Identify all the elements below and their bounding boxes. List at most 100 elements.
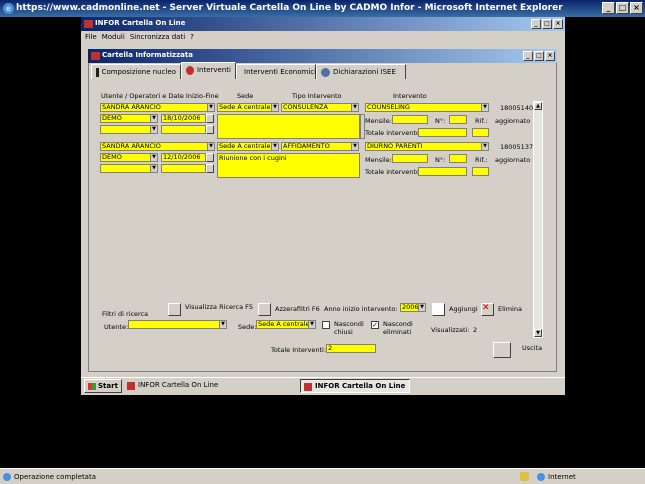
record2-sede[interactable]: Sede A centrale ▼	[217, 142, 279, 151]
tab-dichiarazioni-isee[interactable]: Dichiarazioni ISEE	[316, 64, 406, 79]
elimina-button[interactable]: ✕	[481, 303, 494, 316]
totale-interventi-field: 2	[326, 344, 376, 353]
scroll-down-icon[interactable]: ▼	[534, 329, 542, 337]
record1-calendar-button-2[interactable]	[206, 125, 214, 134]
nascondi-eliminati-checkbox[interactable]: ✓	[371, 321, 379, 329]
record2-utente[interactable]: SANDRA ARANCIO ▼	[100, 142, 215, 151]
record1-operatore-text: DEMO	[102, 114, 122, 122]
chevron-down-icon[interactable]: ▼	[271, 143, 278, 150]
utente-filter-label: Utente:	[104, 323, 129, 331]
chevron-down-icon[interactable]: ▼	[308, 321, 315, 328]
delete-icon: ✕	[482, 303, 490, 313]
record2-totale-extra[interactable]	[472, 167, 489, 176]
records-scrollbar[interactable]: ▲ ▼	[533, 101, 543, 338]
nascondi-chiusi-label: Nascondi chiusi	[334, 320, 364, 336]
start-button[interactable]: Start	[84, 379, 122, 393]
record2-utente-text: SANDRA ARANCIO	[102, 142, 161, 150]
totale-interventi-value: 2	[328, 344, 333, 352]
taskbar-item-2[interactable]: INFOR Cartella On Line	[300, 379, 410, 393]
record1-mensile[interactable]	[392, 115, 428, 124]
record1-n[interactable]	[449, 115, 467, 124]
app-title-bar: INFOR Cartella On Line	[81, 17, 565, 31]
scroll-up-icon[interactable]: ▲	[534, 102, 542, 110]
record2-data-inizio[interactable]: 12/10/2006	[161, 153, 206, 162]
record2-rif-label: Rif.:	[475, 156, 488, 164]
menu-moduli[interactable]: Moduli	[102, 33, 125, 43]
record2-data-fine[interactable]	[161, 164, 206, 173]
menu-help[interactable]: ?	[190, 33, 194, 43]
chevron-down-icon[interactable]: ▼	[351, 143, 358, 150]
chevron-down-icon[interactable]: ▼	[207, 104, 214, 111]
sede-filter-select[interactable]: Sede A centrale ▼	[256, 320, 316, 329]
tab-interventi[interactable]: Interventi	[181, 62, 236, 79]
close-button[interactable]: ×	[630, 2, 643, 14]
cartella-minimize-button[interactable]: _	[523, 51, 533, 61]
record2-calendar-button-2[interactable]	[206, 164, 214, 173]
tab-composizione-nucleo[interactable]: Composizione nucleo	[91, 64, 181, 79]
menu-file[interactable]: File	[85, 33, 97, 43]
record2-mensile[interactable]	[392, 154, 428, 163]
chevron-down-icon[interactable]: ▼	[481, 104, 488, 111]
minimize-button[interactable]: _	[602, 2, 615, 14]
record1-tipo[interactable]: CONSULENZA ▼	[281, 103, 359, 112]
start-label: Start	[98, 382, 118, 390]
record1-calendar-button[interactable]	[206, 114, 214, 123]
record2-intervento-text: DIURNO PARENTI	[367, 142, 423, 150]
chevron-down-icon[interactable]: ▼	[351, 104, 358, 111]
app-maximize-button[interactable]: □	[542, 19, 552, 29]
exit-door-icon[interactable]	[493, 342, 511, 358]
utente-filter-select[interactable]: ▼	[128, 320, 227, 329]
aggiungi-button[interactable]	[432, 303, 445, 316]
tab-bar: Composizione nucleo Interventi Intervent…	[91, 62, 555, 80]
taskbar-item-2-label: INFOR Cartella On Line	[315, 382, 406, 390]
record2-tipo[interactable]: AFFIDAMENTO ▼	[281, 142, 359, 151]
header-sede: Sede	[237, 92, 254, 100]
record2-operatore2[interactable]: ▼	[100, 164, 158, 173]
record2-descrizione[interactable]: Riunione con i cugini	[217, 153, 360, 178]
visualizzati-value: 2	[473, 326, 478, 334]
menu-sincronizza[interactable]: Sincronizza dati	[130, 33, 185, 43]
interventi-icon	[186, 66, 194, 75]
chevron-down-icon[interactable]: ▼	[418, 304, 425, 311]
record1-sede[interactable]: Sede A centrale ▼	[217, 103, 279, 112]
aggiungi-label[interactable]: Aggiungi	[449, 305, 478, 313]
record1-operatore[interactable]: DEMO ▼	[100, 114, 158, 123]
app-minimize-button[interactable]: _	[531, 19, 541, 29]
chevron-down-icon[interactable]: ▼	[150, 115, 157, 122]
azzera-filtri-label[interactable]: Azzerafiltri F6	[275, 305, 320, 313]
elimina-label[interactable]: Elimina	[498, 305, 522, 313]
chevron-down-icon[interactable]: ▼	[481, 143, 488, 150]
chevron-down-icon[interactable]: ▼	[219, 321, 226, 328]
tab-interventi-economici[interactable]: Interventi Economici	[236, 64, 316, 79]
record1-data-fine[interactable]	[161, 125, 206, 134]
cartella-close-button[interactable]: ×	[545, 51, 555, 61]
record1-data-inizio[interactable]: 18/10/2006	[161, 114, 206, 123]
record2-intervento[interactable]: DIURNO PARENTI ▼	[365, 142, 489, 151]
maximize-button[interactable]: □	[616, 2, 629, 14]
anno-select[interactable]: 2006 ▼	[400, 303, 426, 312]
nascondi-chiusi-checkbox[interactable]	[322, 321, 330, 329]
azzera-filtri-button[interactable]	[258, 303, 271, 316]
uscita-label[interactable]: Uscita	[522, 344, 542, 352]
chevron-down-icon[interactable]: ▼	[207, 143, 214, 150]
record2-n[interactable]	[449, 154, 467, 163]
taskbar-item-1[interactable]: INFOR Cartella On Line	[124, 379, 294, 393]
record2-totale[interactable]	[418, 167, 467, 176]
record1-totale-extra[interactable]	[472, 128, 489, 137]
chevron-down-icon[interactable]: ▼	[271, 104, 278, 111]
record2-calendar-button[interactable]	[206, 153, 214, 162]
app-close-button[interactable]: ×	[553, 19, 563, 29]
record1-totale[interactable]	[418, 128, 467, 137]
chevron-down-icon[interactable]: ▼	[150, 165, 157, 172]
record1-descrizione[interactable]	[217, 114, 360, 139]
record2-operatore[interactable]: DEMO ▼	[100, 153, 158, 162]
record1-utente[interactable]: SANDRA ARANCIO ▼	[100, 103, 215, 112]
visualizza-ricerca-button[interactable]	[168, 303, 181, 316]
chevron-down-icon[interactable]: ▼	[150, 154, 157, 161]
header-tipo: Tipo Intervento	[292, 92, 342, 100]
chevron-down-icon[interactable]: ▼	[150, 126, 157, 133]
cartella-maximize-button[interactable]: □	[534, 51, 544, 61]
record1-operatore2[interactable]: ▼	[100, 125, 158, 134]
record1-intervento[interactable]: COUNSELING ▼	[365, 103, 489, 112]
visualizza-ricerca-label[interactable]: Visualizza Ricerca F5	[185, 303, 253, 311]
